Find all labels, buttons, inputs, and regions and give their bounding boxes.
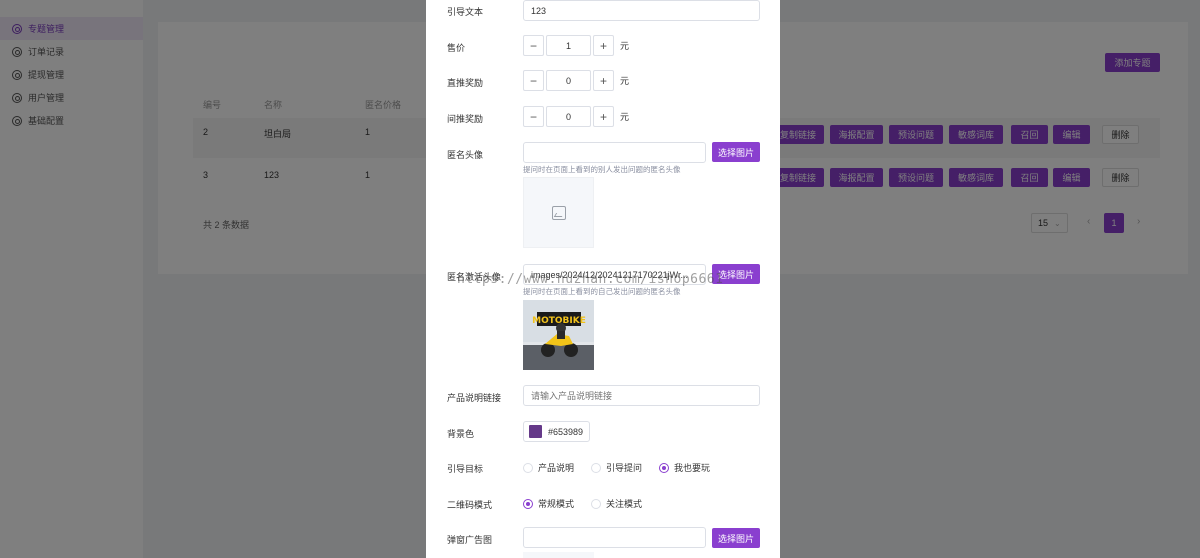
unit-label: 元 <box>620 76 630 86</box>
guide-text-label: 引导文本 <box>447 7 484 17</box>
watermark-text: https://www.huzhan.com/ishop6661 <box>457 272 724 287</box>
direct-reward-label: 直推奖励 <box>447 78 484 88</box>
price-input[interactable]: 1 <box>546 35 591 56</box>
unit-label: 元 <box>620 112 630 122</box>
popup-ad-preview[interactable] <box>523 552 594 558</box>
radio-dot <box>523 498 533 509</box>
radio-play-too[interactable]: 我也要玩 <box>659 461 710 474</box>
popup-ad-label: 弹窗广告图 <box>447 535 493 545</box>
decrement-button[interactable]: − <box>523 70 544 91</box>
increment-button[interactable]: + <box>593 106 614 127</box>
qr-mode-label: 二维码模式 <box>447 500 493 510</box>
anon-active-avatar-hint: 提问时在页面上看到的自己发出问题的匿名头像 <box>523 287 681 296</box>
anon-avatar-preview[interactable] <box>523 177 594 248</box>
direct-reward-stepper: − 0 + 元 <box>523 70 629 91</box>
radio-label: 常规模式 <box>538 499 575 509</box>
increment-button[interactable]: + <box>593 35 614 56</box>
radio-product-intro[interactable]: 产品说明 <box>523 461 574 474</box>
radio-follow-mode[interactable]: 关注模式 <box>591 497 642 510</box>
radio-guide-question[interactable]: 引导提问 <box>591 461 642 474</box>
radio-dot <box>591 498 602 509</box>
popup-ad-input[interactable] <box>523 527 706 548</box>
bg-color-picker[interactable]: #653989 <box>523 421 590 442</box>
radio-label: 产品说明 <box>538 463 575 473</box>
qr-mode-radio-group: 常规模式 关注模式 <box>523 497 659 510</box>
decrement-button[interactable]: − <box>523 106 544 127</box>
guide-text-input[interactable]: 123 <box>523 0 760 21</box>
radio-dot <box>659 462 670 473</box>
image-placeholder-icon <box>551 205 566 220</box>
color-value: #653989 <box>548 426 584 437</box>
product-link-label: 产品说明链接 <box>447 393 502 403</box>
motorbike-image[interactable]: MOTOBIKE <box>523 300 594 370</box>
popup-ad-select-button[interactable]: 选择图片 <box>712 528 760 548</box>
radio-dot <box>591 462 602 473</box>
radio-label: 我也要玩 <box>674 463 711 473</box>
indirect-reward-stepper: − 0 + 元 <box>523 106 629 127</box>
indirect-reward-label: 间推奖励 <box>447 114 484 124</box>
radio-dot <box>523 462 533 473</box>
radio-label: 引导提问 <box>606 463 643 473</box>
increment-button[interactable]: + <box>593 70 614 91</box>
radio-normal-mode[interactable]: 常规模式 <box>523 497 574 510</box>
color-swatch <box>529 425 542 438</box>
anon-avatar-select-button[interactable]: 选择图片 <box>712 142 760 162</box>
price-label: 售价 <box>447 43 466 53</box>
bg-color-label: 背景色 <box>447 429 475 439</box>
price-stepper: − 1 + 元 <box>523 35 629 56</box>
radio-label: 关注模式 <box>606 499 643 509</box>
indirect-reward-input[interactable]: 0 <box>546 106 591 127</box>
guide-target-label: 引导目标 <box>447 464 484 474</box>
anon-avatar-hint: 提问时在页面上看到的别人发出问题的匿名头像 <box>523 165 681 174</box>
anon-avatar-label: 匿名头像 <box>447 150 484 160</box>
anon-avatar-input[interactable] <box>523 142 706 163</box>
decrement-button[interactable]: − <box>523 35 544 56</box>
direct-reward-input[interactable]: 0 <box>546 70 591 91</box>
unit-label: 元 <box>620 41 630 51</box>
guide-target-radio-group: 产品说明 引导提问 我也要玩 <box>523 461 727 474</box>
product-link-input[interactable] <box>523 385 760 406</box>
